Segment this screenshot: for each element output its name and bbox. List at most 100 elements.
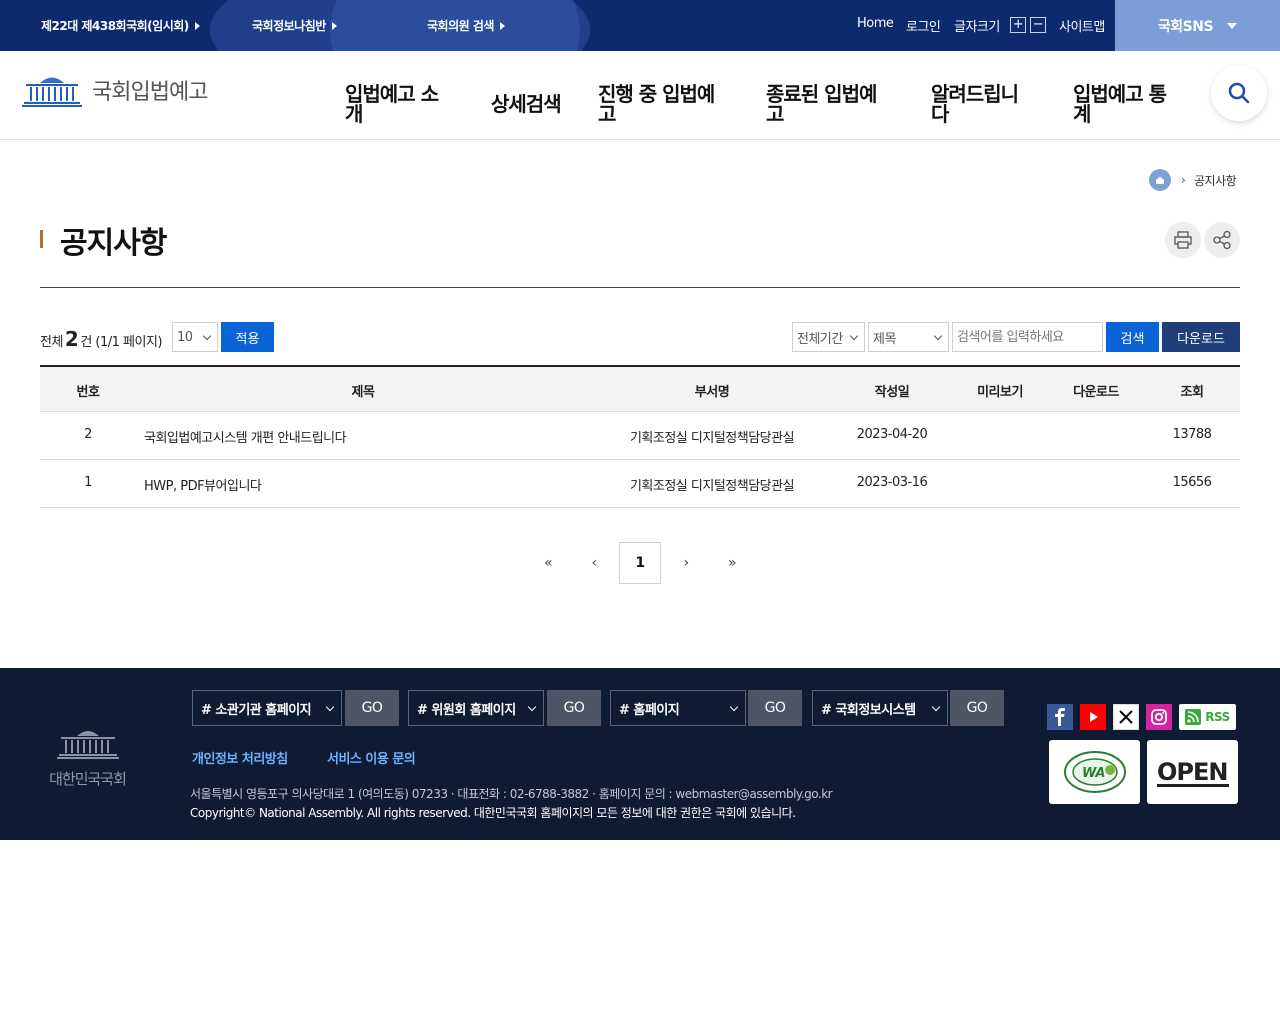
youtube-link[interactable] [1080, 704, 1106, 730]
open-license-badge: OPEN [1147, 740, 1238, 804]
apply-button[interactable]: 적용 [221, 322, 274, 352]
total-prefix: 전체 [40, 335, 63, 350]
nav-label: 다 [931, 102, 949, 126]
assembly-logo-icon [56, 731, 119, 759]
breadcrumb-current: 공지사항 [1194, 174, 1237, 188]
table-row: 2 국회입법예고시스템 개편 안내드립니다 기획조정실 디지털정책담당관실 20… [40, 412, 1240, 460]
x-link[interactable] [1113, 704, 1139, 730]
footer-select-homepages[interactable]: # 홈페이지 [610, 690, 746, 726]
sitemap-link[interactable]: 사이트맵 [1059, 16, 1105, 35]
title-divider [40, 287, 1240, 288]
column-header: 조회 [1180, 385, 1204, 400]
x-icon [1119, 710, 1133, 724]
chevron-down-icon [931, 702, 941, 711]
total-count-number: 2 [64, 327, 79, 351]
footer-go-button[interactable]: GO [345, 690, 399, 726]
chevron-down-icon [202, 331, 212, 340]
login-link[interactable]: 로그인 [906, 16, 941, 35]
page-title: 공지사항 [60, 226, 167, 261]
footer-logo: 대한민국국회 [40, 726, 135, 789]
font-decrease-button[interactable]: − [1030, 17, 1046, 33]
row-number: 1 [84, 475, 92, 490]
nav-label: 고 [766, 102, 784, 126]
sns-dropdown-button[interactable]: 국회SNS [1115, 0, 1280, 51]
total-count: 전체 2 건 (1/1 페이지) [40, 327, 163, 351]
arrow-right-icon [194, 21, 200, 30]
row-date: 2023-04-20 [856, 427, 928, 442]
share-icon [1213, 230, 1231, 250]
assembly-logo-icon [22, 77, 82, 107]
youtube-icon [1090, 712, 1098, 722]
footer-copyright: Copyright© National Assembly. All rights… [190, 806, 796, 820]
nav-label: 상세검색 [491, 92, 562, 116]
footer-select-info-systems[interactable]: # 국회정보시스템 [812, 690, 948, 726]
print-button[interactable] [1165, 222, 1201, 258]
home-icon [1156, 176, 1164, 184]
nav-ended[interactable]: 종료된 입법예 고 [766, 84, 877, 126]
font-increase-button[interactable]: + [1010, 17, 1026, 33]
footer-go-button[interactable]: GO [950, 690, 1004, 726]
instagram-link[interactable] [1146, 704, 1172, 730]
pagination-first-button[interactable]: « [527, 542, 569, 584]
footer-select-label: # 위원회 홈페이지 [417, 702, 516, 718]
page-size-select[interactable]: 10 [172, 322, 218, 352]
search-input[interactable] [952, 322, 1103, 352]
footer-go-button[interactable]: GO [748, 690, 802, 726]
nav-label: 개 [345, 102, 363, 126]
download-button[interactable]: 다운로드 [1162, 322, 1240, 352]
page-size-value: 10 [177, 329, 193, 345]
row-title-link[interactable]: HWP, PDF뷰어입니다 [144, 475, 262, 494]
facebook-link[interactable] [1047, 704, 1073, 730]
period-select[interactable]: 전체기간 [792, 322, 865, 352]
nav-label: 계 [1073, 102, 1091, 126]
svg-text:WA: WA [1082, 766, 1105, 781]
footer-address: 서울특별시 영등포구 의사당대로 1 (여의도동) 07233 · 대표전화 :… [190, 787, 833, 801]
pagination-last-button[interactable]: » [711, 542, 753, 584]
search-field-value: 제목 [873, 331, 896, 347]
nav-ongoing[interactable]: 진행 중 입법예 고 [598, 82, 715, 124]
nav-intro[interactable]: 입법예고 소 개 [345, 84, 439, 126]
footer-logo-text: 대한민국국회 [49, 770, 127, 788]
column-header: 작성일 [874, 385, 910, 400]
home-link[interactable]: Home [857, 16, 894, 31]
pagination-prev-button[interactable]: ‹ [573, 542, 615, 584]
rss-link[interactable]: RSS [1179, 704, 1236, 730]
nav-statistics[interactable]: 입법예고 통 계 [1073, 84, 1167, 126]
nav-label: 진행 중 입법예 [598, 82, 715, 106]
header-search-button[interactable] [1211, 65, 1267, 121]
open-license-mark-icon: OPEN [1156, 758, 1229, 787]
breadcrumb-home-button[interactable] [1149, 169, 1171, 191]
topbar-link-label: 국회정보나침반 [252, 19, 326, 33]
row-views: 13788 [1172, 427, 1212, 442]
site-header: 국회입법예고 입법예고 소 개 상세검색 진행 중 입법예 고 종료된 입법예 … [0, 51, 1280, 140]
search-field-select[interactable]: 제목 [868, 322, 949, 352]
period-value: 전체기간 [797, 331, 843, 347]
site-logo[interactable]: 국회입법예고 [22, 73, 208, 107]
nav-detail-search[interactable]: 상세검색 [491, 92, 562, 116]
total-suffix: 건 (1/1 페이지) [80, 335, 163, 350]
nav-notice[interactable]: 알려드립니 다 [931, 84, 1019, 126]
privacy-policy-link[interactable]: 개인정보 처리방침 [192, 748, 288, 767]
chevron-down-icon [933, 331, 943, 340]
pagination-page-1[interactable]: 1 [619, 542, 661, 584]
chevron-down-icon [849, 331, 859, 340]
table-row: 1 HWP, PDF뷰어입니다 기획조정실 디지털정책담당관실 2023-03-… [40, 460, 1240, 508]
footer-select-agencies[interactable]: # 소관기관 홈페이지 [192, 690, 342, 726]
topbar-link-member-search[interactable]: 국회의원 검색 [427, 17, 505, 34]
search-icon [1228, 82, 1250, 104]
topbar-link-session[interactable]: 제22대 제438회국회(임시회) [41, 17, 200, 34]
row-title-link[interactable]: 국회입법예고시스템 개편 안내드립니다 [144, 427, 347, 446]
service-inquiry-link[interactable]: 서비스 이용 문의 [327, 748, 416, 767]
title-accent-bar [40, 230, 43, 248]
topbar-link-compass[interactable]: 국회정보나침반 [252, 17, 337, 34]
row-number: 2 [84, 427, 92, 442]
footer-go-button[interactable]: GO [547, 690, 601, 726]
column-header: 부서명 [694, 385, 730, 400]
pagination-next-button[interactable]: › [665, 542, 707, 584]
share-button[interactable] [1204, 222, 1240, 258]
footer-select-committees[interactable]: # 위원회 홈페이지 [408, 690, 544, 726]
rss-label: RSS [1205, 710, 1230, 724]
search-button[interactable]: 검색 [1106, 322, 1159, 352]
topbar-link-label: 제22대 제438회국회(임시회) [41, 19, 189, 33]
row-department: 기획조정실 디지털정책담당관실 [629, 431, 795, 446]
